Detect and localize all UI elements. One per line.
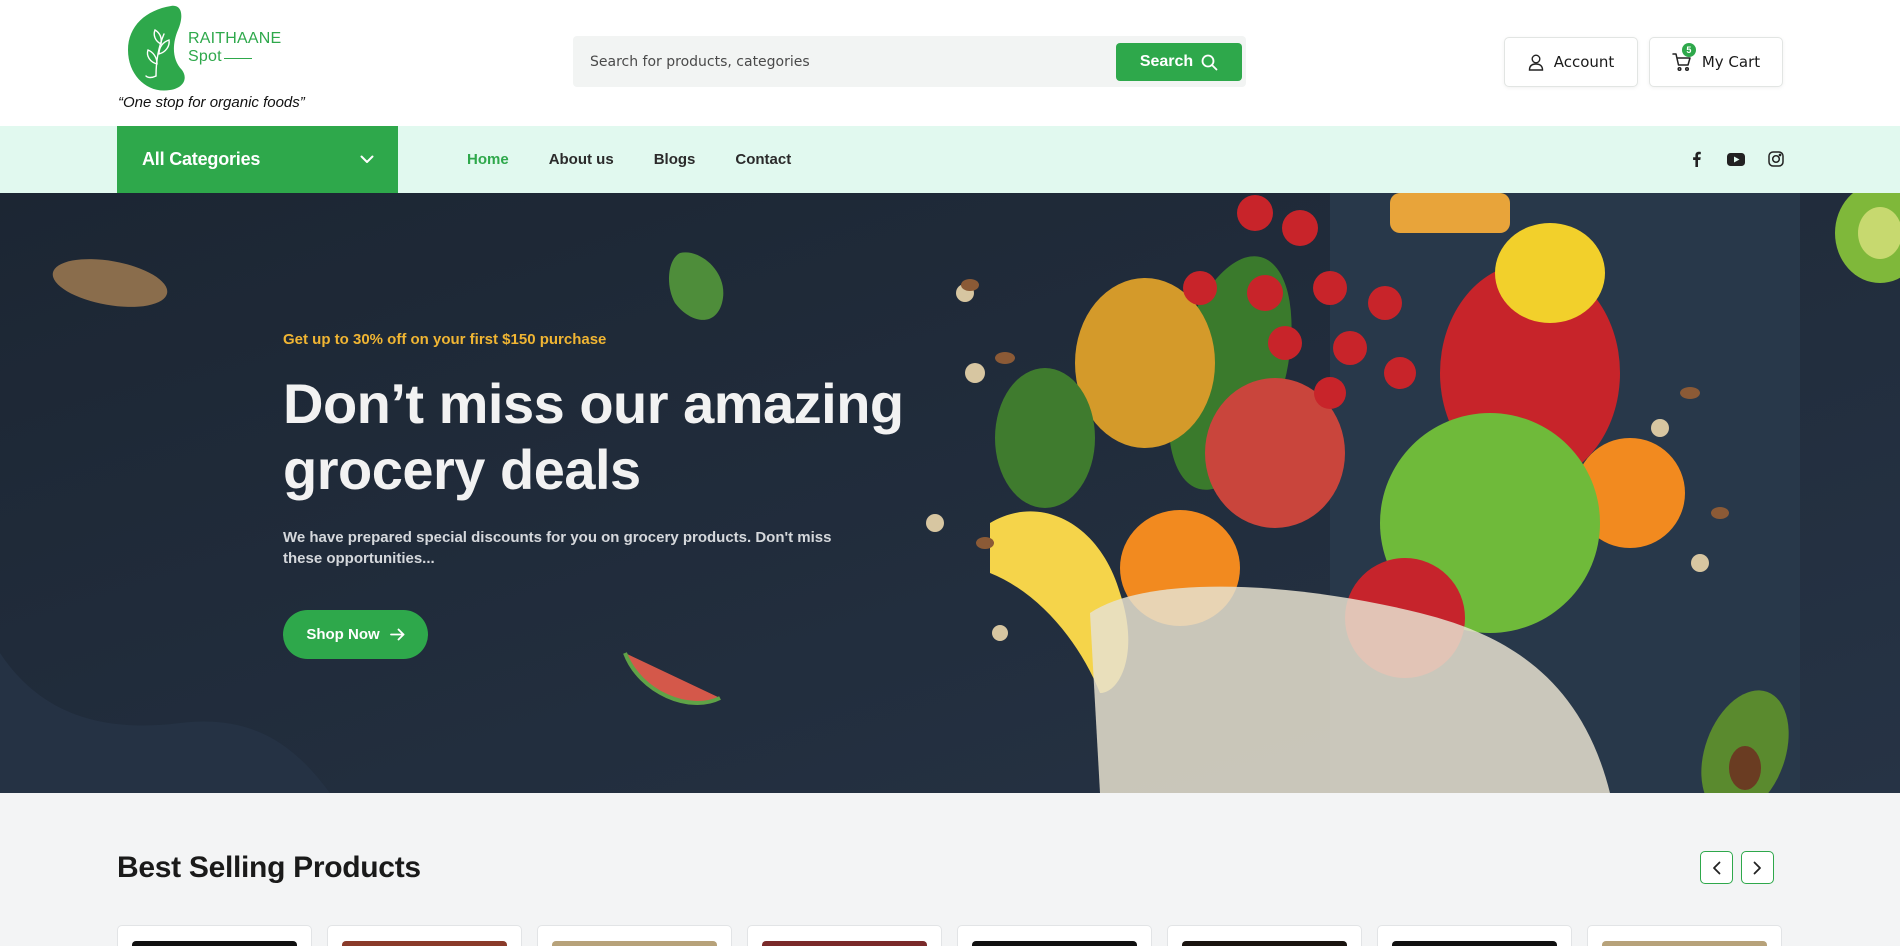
search-button-label: Search [1139,53,1194,70]
nav-link-home[interactable]: Home [467,151,509,168]
product-image [552,941,717,946]
product-card[interactable] [1167,925,1362,946]
tagline: “One stop for organic foods” [118,94,305,111]
main-nav: All Categories Home About us Blogs Conta… [0,126,1900,193]
carousel-prev-button[interactable] [1700,851,1733,884]
product-card[interactable] [957,925,1152,946]
product-card[interactable] [1587,925,1782,946]
hero-banner: Get up to 30% off on your first $150 pur… [0,193,1900,793]
chevron-down-icon [360,155,374,163]
hero-promo-text: Get up to 30% off on your first $150 pur… [283,331,607,348]
nav-link-contact[interactable]: Contact [735,151,791,168]
all-categories-dropdown[interactable]: All Categories [117,126,398,193]
product-image [1392,941,1557,946]
search-bar: Search [573,36,1246,87]
product-image [132,941,297,946]
product-card[interactable] [1377,925,1572,946]
youtube-icon[interactable] [1726,148,1746,170]
shop-now-label: Shop Now [306,626,380,643]
logo-leaf-icon [128,5,185,91]
hero-title: Don’t miss our amazing grocery deals [283,372,904,501]
product-card[interactable] [537,925,732,946]
instagram-icon[interactable] [1766,148,1786,170]
chevron-right-icon [1753,861,1761,874]
search-button[interactable]: Search [1116,43,1242,81]
arrow-right-icon [389,628,405,641]
shop-now-button[interactable]: Shop Now [283,610,428,659]
cart-icon-wrapper: 5 [1672,43,1696,72]
user-icon [1528,54,1543,71]
facebook-icon[interactable] [1686,148,1706,170]
cart-count-badge: 5 [1681,43,1696,57]
chevron-left-icon [1713,861,1721,874]
account-button[interactable]: Account [1504,37,1638,87]
product-image [972,941,1137,946]
nav-link-blogs[interactable]: Blogs [654,151,696,168]
logo-wordmark: RAITHAANE Spot [188,30,281,66]
search-input[interactable] [573,36,1113,87]
account-label: Account [1553,53,1615,71]
cart-button[interactable]: 5 My Cart [1649,37,1783,87]
product-image [342,941,507,946]
product-card[interactable] [327,925,522,946]
nav-links: Home About us Blogs Contact [467,126,791,193]
hero-description: We have prepared special discounts for y… [283,529,832,567]
product-image [762,941,927,946]
section-title: Best Selling Products [117,851,421,884]
site-header: RAITHAANE Spot “One stop for organic foo… [0,0,1900,126]
product-card[interactable] [117,925,312,946]
logo-line-1: RAITHAANE [188,30,282,47]
product-image [1602,941,1767,946]
cart-label: My Cart [1701,53,1761,71]
site-logo[interactable]: RAITHAANE Spot [126,4,286,92]
product-image [1182,941,1347,946]
logo-line-2: Spot [188,48,222,65]
all-categories-label: All Categories [142,149,261,169]
best-selling-section: Best Selling Products [0,793,1900,946]
product-card[interactable] [747,925,942,946]
social-links [1686,148,1786,170]
carousel-next-button[interactable] [1741,851,1774,884]
nav-link-about[interactable]: About us [549,151,614,168]
search-icon [1201,54,1218,70]
